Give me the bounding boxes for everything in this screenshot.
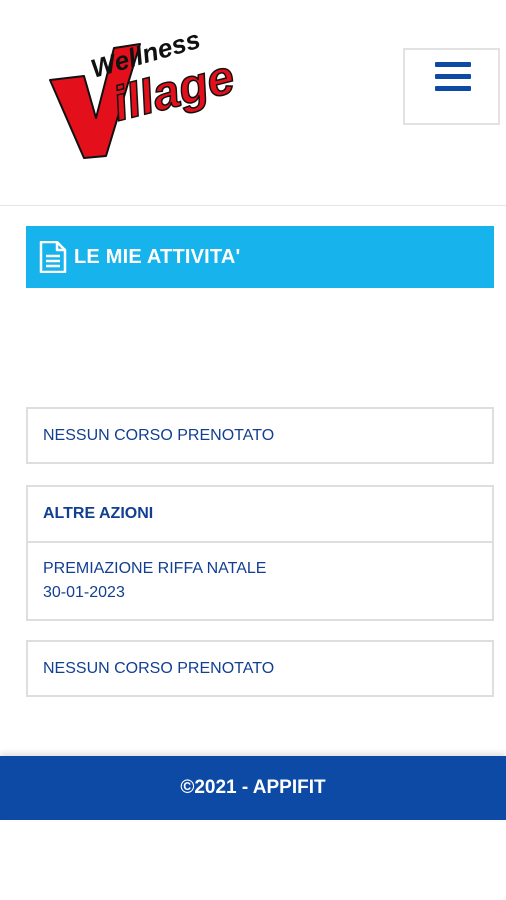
app-header: illage Wellness (0, 0, 506, 206)
list-item-label: NESSUN CORSO PRENOTATO (43, 659, 275, 677)
hamburger-icon-bar (435, 86, 471, 91)
hamburger-icon-bar (435, 74, 471, 79)
action-title: PREMIAZIONE RIFFA NATALE (43, 560, 267, 577)
card-header-label: ALTRE AZIONI (43, 505, 154, 522)
menu-button[interactable] (403, 48, 500, 125)
page-title: LE MIE ATTIVITA' (74, 245, 241, 268)
footer-copyright: ©2021 - APPIFIT (180, 777, 326, 798)
action-date: 30-01-2023 (43, 584, 125, 601)
list-item[interactable]: NESSUN CORSO PRENOTATO (28, 409, 492, 462)
wellness-village-logo[interactable]: illage Wellness (44, 18, 244, 163)
card-header: ALTRE AZIONI (28, 487, 492, 541)
document-icon (39, 241, 67, 273)
no-booking-card: NESSUN CORSO PRENOTATO (26, 407, 494, 464)
list-item-label: NESSUN CORSO PRENOTATO (43, 426, 275, 444)
section-header: LE MIE ATTIVITA' (26, 226, 494, 288)
no-booking-card-2: NESSUN CORSO PRENOTATO (26, 640, 494, 697)
other-actions-card: ALTRE AZIONI PREMIAZIONE RIFFA NATALE 30… (26, 485, 494, 621)
list-item[interactable]: PREMIAZIONE RIFFA NATALE 30-01-2023 (28, 541, 492, 619)
hamburger-icon (435, 62, 471, 67)
footer: ©2021 - APPIFIT (0, 756, 506, 820)
list-item[interactable]: NESSUN CORSO PRENOTATO (28, 642, 492, 695)
